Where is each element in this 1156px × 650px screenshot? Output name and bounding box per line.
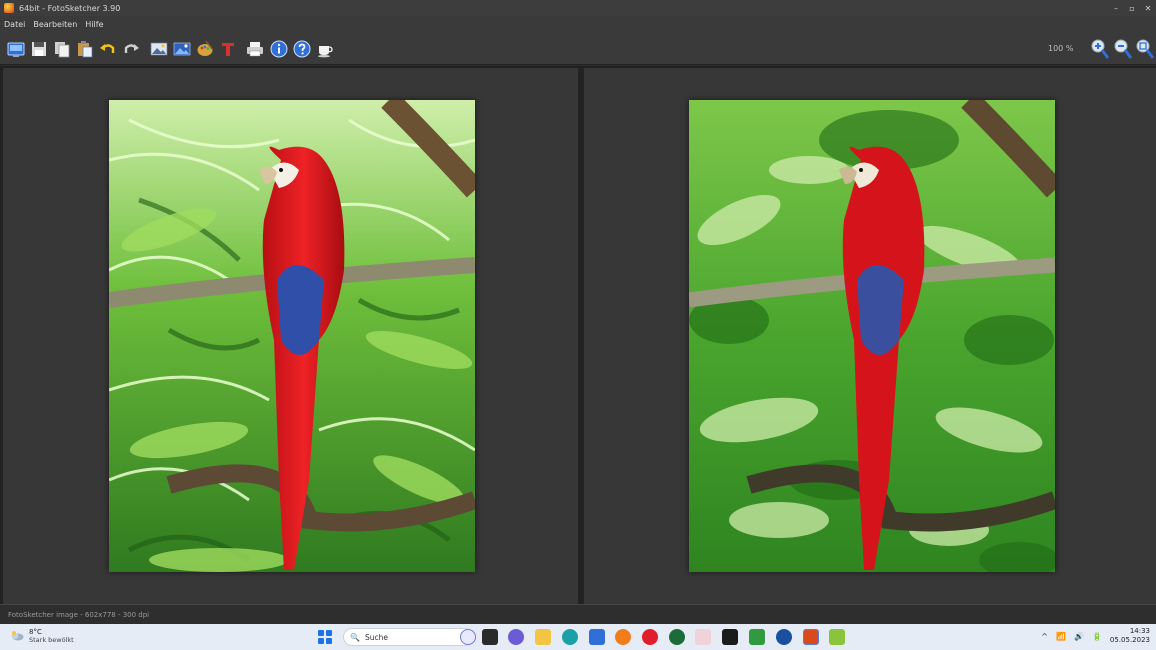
save-icon[interactable]	[29, 38, 48, 60]
result-image-icon[interactable]	[172, 38, 191, 60]
clock-time: 14:33	[1129, 627, 1150, 635]
search-placeholder: Suche	[364, 632, 388, 642]
task-view-icon[interactable]	[482, 629, 498, 645]
paste-icon[interactable]	[76, 38, 95, 60]
app-icon	[4, 3, 14, 13]
status-bar: FotoSketcher image - 602x778 - 300 dpi	[0, 604, 1156, 624]
open-icon[interactable]	[6, 38, 25, 60]
status-text: FotoSketcher image - 602x778 - 300 dpi	[8, 610, 150, 619]
menu-datei[interactable]: Datei	[0, 20, 29, 29]
window-title: 64bit - FotoSketcher 3.90	[19, 3, 121, 13]
weather-widget[interactable]: 8°C Stark bewölkt	[10, 628, 74, 644]
app-window: 64bit - FotoSketcher 3.90 – ▫ ✕ Datei Be…	[0, 0, 1156, 650]
toolbar	[0, 33, 1156, 65]
search-icon: 🔍	[350, 632, 360, 642]
original-photo	[109, 100, 475, 572]
painted-photo	[689, 100, 1055, 572]
tray-chevron-icon[interactable]: ^	[1041, 632, 1048, 641]
start-button[interactable]	[318, 630, 332, 644]
help-icon[interactable]	[292, 38, 311, 60]
weather-condition: Stark bewölkt	[29, 636, 74, 644]
opera-icon[interactable]	[642, 629, 658, 645]
pen-app-icon[interactable]	[695, 629, 711, 645]
restore-button[interactable]: ▫	[1124, 0, 1140, 16]
title-bar: 64bit - FotoSketcher 3.90 – ▫ ✕	[0, 0, 1156, 16]
store-icon[interactable]	[589, 629, 605, 645]
info-icon[interactable]	[269, 38, 288, 60]
system-tray: ^ 📶 🔊 🔋 14:33 05.05.2023	[1041, 627, 1150, 645]
zoom-in-icon[interactable]	[1090, 38, 1110, 62]
puzzle-app-icon[interactable]	[749, 629, 765, 645]
clock[interactable]: 14:33 05.05.2023	[1110, 627, 1150, 645]
text-icon[interactable]	[219, 38, 238, 60]
menu-bar: Datei Bearbeiten Hilfe	[0, 16, 1156, 33]
terminal-icon[interactable]	[722, 629, 738, 645]
minimize-button[interactable]: –	[1108, 0, 1124, 16]
painted-image-pane[interactable]	[584, 68, 1156, 604]
circle-app-icon[interactable]	[776, 629, 792, 645]
edge-icon[interactable]	[562, 629, 578, 645]
file-explorer-icon[interactable]	[535, 629, 551, 645]
clock-date: 05.05.2023	[1109, 636, 1150, 644]
undo-icon[interactable]	[99, 38, 118, 60]
fotosketcher-taskbar-icon[interactable]	[803, 629, 819, 645]
weather-temp: 8°C	[29, 628, 42, 636]
copilot-icon[interactable]	[460, 629, 476, 645]
original-image-pane[interactable]	[3, 68, 578, 604]
redo-icon[interactable]	[122, 38, 141, 60]
taskbar: 8°C Stark bewölkt 🔍 Suche ^ 📶 🔊 🔋 14:33 …	[0, 624, 1156, 650]
network-icon[interactable]: 📶	[1056, 632, 1066, 641]
taskbar-search[interactable]: 🔍 Suche	[343, 628, 473, 646]
copy-icon[interactable]	[52, 38, 71, 60]
zoom-level: 100 %	[1048, 44, 1074, 53]
menu-hilfe[interactable]: Hilfe	[81, 20, 107, 29]
zoom-out-icon[interactable]	[1113, 38, 1133, 62]
zoom-fit-icon[interactable]	[1135, 38, 1155, 62]
palette-icon[interactable]	[196, 38, 215, 60]
notepad-app-icon[interactable]	[829, 629, 845, 645]
window-controls: – ▫ ✕	[1108, 0, 1156, 16]
cloud-icon	[11, 631, 24, 641]
close-button[interactable]: ✕	[1140, 0, 1156, 16]
battery-icon[interactable]: 🔋	[1092, 632, 1102, 641]
volume-icon[interactable]: 🔊	[1074, 632, 1084, 641]
coffee-icon[interactable]	[315, 38, 334, 60]
chat-icon[interactable]	[508, 629, 524, 645]
chatgpt-icon[interactable]	[669, 629, 685, 645]
original-image-icon[interactable]	[149, 38, 168, 60]
firefox-icon[interactable]	[615, 629, 631, 645]
print-icon[interactable]	[246, 38, 265, 60]
menu-bearbeiten[interactable]: Bearbeiten	[29, 20, 81, 29]
